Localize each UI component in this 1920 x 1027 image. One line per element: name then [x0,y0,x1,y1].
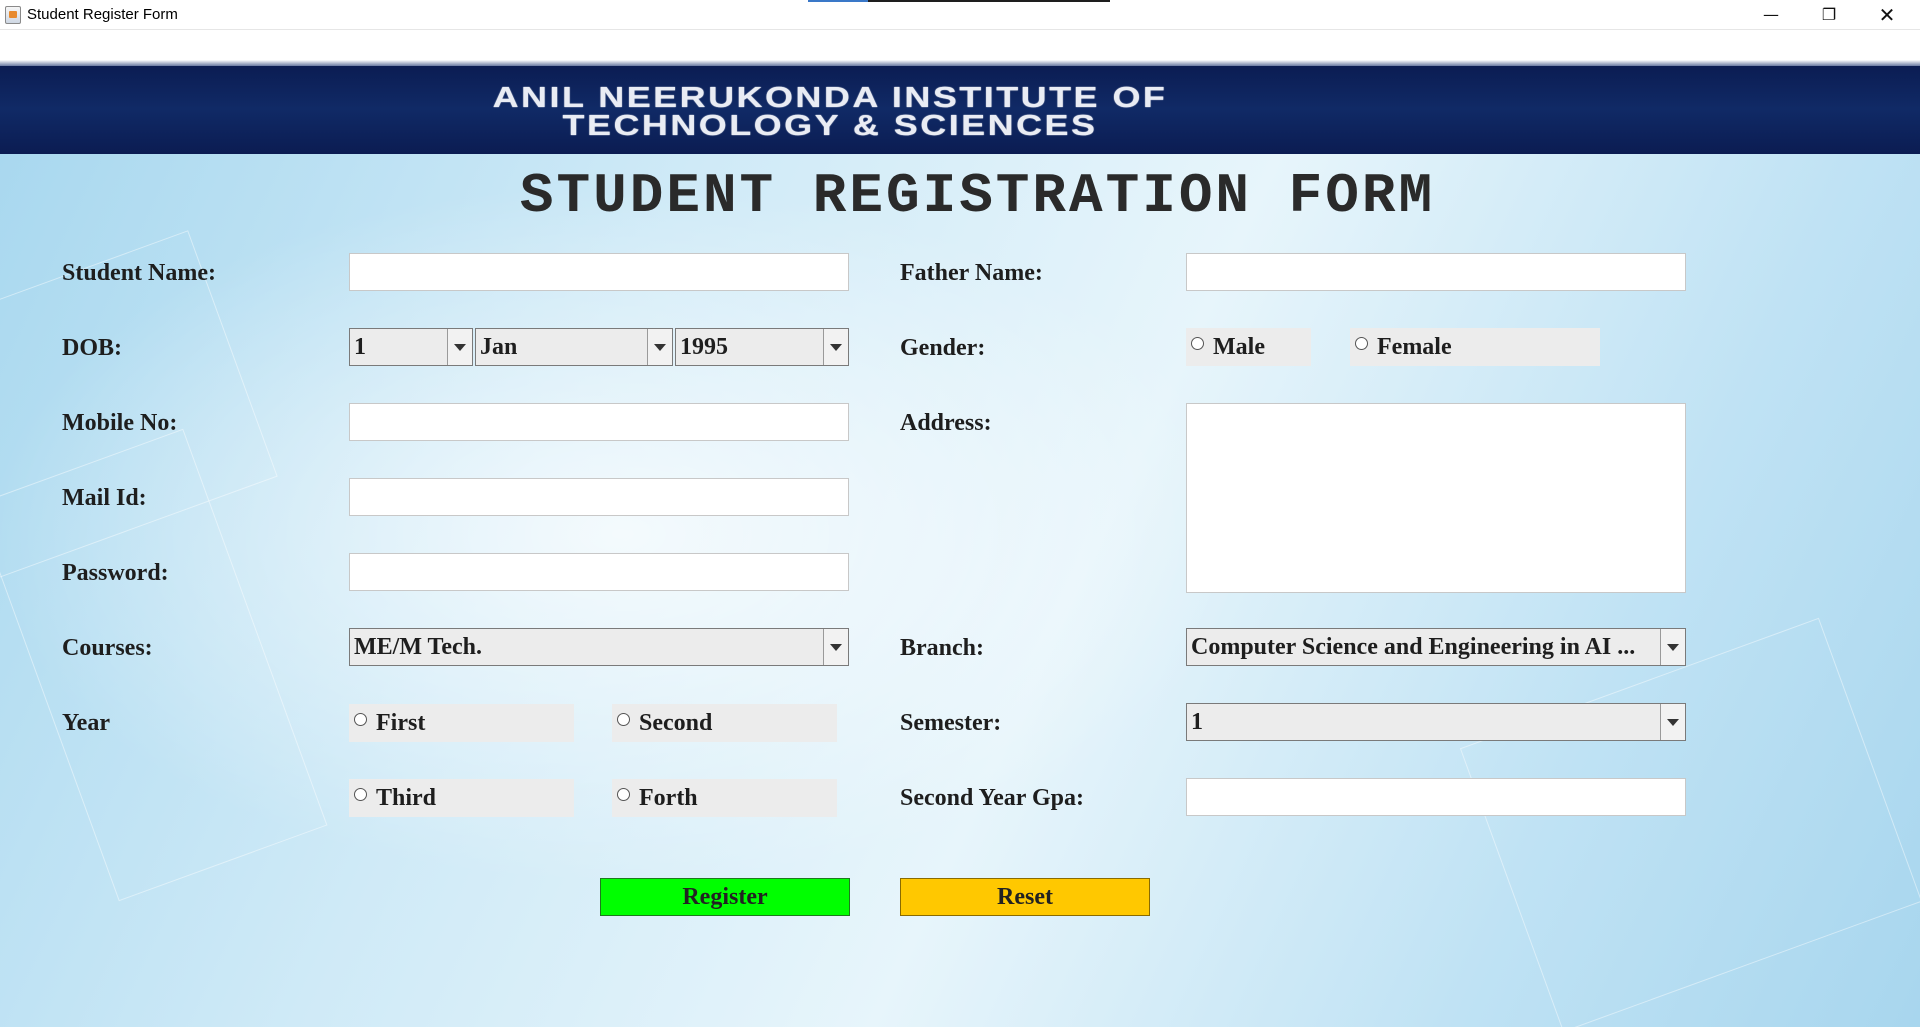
background-decoration [0,428,328,902]
mail-input[interactable] [349,478,849,516]
window-title: Student Register Form [27,6,178,23]
year-radio-third[interactable]: Third [349,779,574,817]
year-radio-first[interactable]: First [349,704,574,742]
gender-radio-male[interactable]: Male [1186,328,1311,366]
radio-circle-icon[interactable] [354,788,367,801]
reset-button[interactable]: Reset [900,878,1150,916]
radio-circle-icon[interactable] [354,713,367,726]
minimize-icon[interactable]: — [1742,0,1800,29]
course-selected-value: ME/M Tech. [354,634,483,660]
father-name-input[interactable] [1186,253,1686,291]
gender-option-label: Male [1213,334,1265,360]
registration-panel: STUDENT REGISTRATION FORM Student Name: … [0,154,1920,1027]
dob-month-value: Jan [480,334,518,360]
dob-label: DOB: [62,335,122,361]
close-icon[interactable]: ✕ [1858,0,1916,29]
branch-select[interactable]: Computer Science and Engineering in AI .… [1186,628,1686,666]
gender-radio-female[interactable]: Female [1350,328,1600,366]
password-input[interactable] [349,553,849,591]
semester-selected-value: 1 [1191,709,1203,735]
password-label: Password: [62,560,169,586]
mail-label: Mail Id: [62,485,147,511]
radio-circle-icon[interactable] [1191,337,1204,350]
year-radio-forth[interactable]: Forth [612,779,837,817]
chevron-down-icon[interactable] [823,329,848,365]
mobile-input[interactable] [349,403,849,441]
second-year-gpa-label: Second Year Gpa: [900,785,1085,811]
year-radio-second[interactable]: Second [612,704,837,742]
dob-day-select[interactable]: 1 [349,328,473,366]
father-name-label: Father Name: [900,260,1043,286]
year-option-label: First [376,710,426,736]
branch-selected-value: Computer Science and Engineering in AI .… [1191,634,1636,660]
institute-name: ANIL NEERUKONDA INSTITUTE OF TECHNOLOGY … [492,82,1168,142]
chevron-down-icon[interactable] [1660,629,1685,665]
dob-day-value: 1 [354,334,366,360]
student-name-label: Student Name: [62,260,216,286]
address-textarea[interactable] [1186,403,1686,593]
background-decoration [1459,617,1920,1027]
semester-label: Semester: [900,710,1002,736]
gender-label: Gender: [900,335,986,361]
dob-year-value: 1995 [680,334,728,360]
year-option-label: Forth [639,785,698,811]
form-title: STUDENT REGISTRATION FORM [519,164,1436,228]
chevron-down-icon[interactable] [1660,704,1685,740]
second-year-gpa-input[interactable] [1186,778,1686,816]
year-option-label: Third [376,785,437,811]
address-label: Address: [900,410,992,436]
chevron-down-icon[interactable] [823,629,848,665]
semester-select[interactable]: 1 [1186,703,1686,741]
chevron-down-icon[interactable] [447,329,472,365]
courses-label: Courses: [62,635,153,661]
year-option-label: Second [639,710,713,736]
gender-option-label: Female [1377,334,1452,360]
institute-banner: ANIL NEERUKONDA INSTITUTE OF TECHNOLOGY … [0,60,1920,154]
dob-year-select[interactable]: 1995 [675,328,849,366]
register-button[interactable]: Register [600,878,850,916]
dob-month-select[interactable]: Jan [475,328,673,366]
radio-circle-icon[interactable] [1355,337,1368,350]
java-app-icon [5,6,21,24]
chevron-down-icon[interactable] [647,329,672,365]
radio-circle-icon[interactable] [617,713,630,726]
restore-icon[interactable]: ❐ [1800,0,1858,29]
year-label: Year [62,710,110,736]
menu-strip [0,30,1920,64]
student-name-input[interactable] [349,253,849,291]
branch-label: Branch: [900,635,984,661]
window-title-bar: Student Register Form — ❐ ✕ [0,0,1920,30]
title-focus-indicator [808,0,1110,2]
courses-select[interactable]: ME/M Tech. [349,628,849,666]
radio-circle-icon[interactable] [617,788,630,801]
mobile-label: Mobile No: [62,410,178,436]
